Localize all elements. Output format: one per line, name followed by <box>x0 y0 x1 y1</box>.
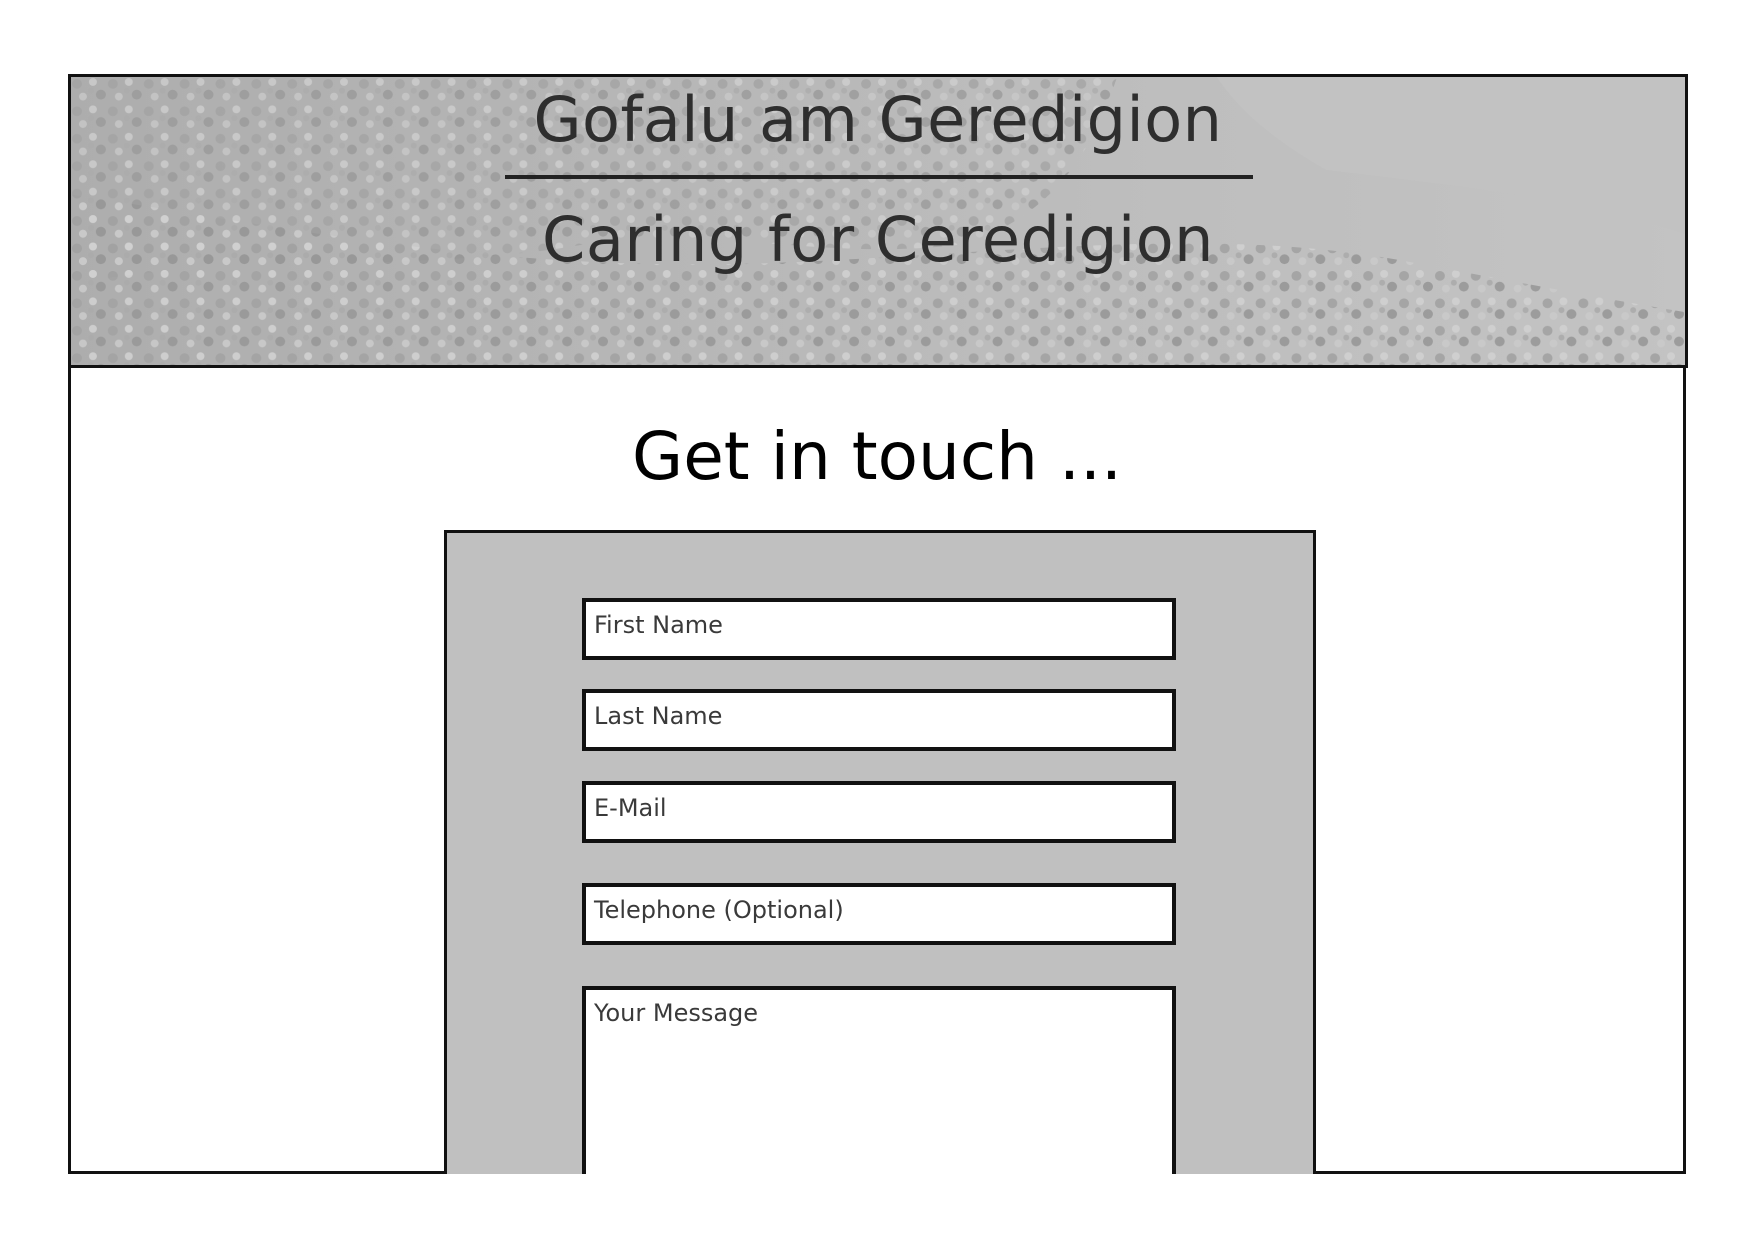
last-name-field[interactable]: Last Name <box>582 689 1176 751</box>
first-name-field[interactable]: First Name <box>582 598 1176 660</box>
email-placeholder: E-Mail <box>594 794 667 822</box>
last-name-placeholder: Last Name <box>594 702 723 730</box>
site-title-english: Caring for Ceredigion <box>542 203 1214 276</box>
header-banner: Gofalu am Geredigion Caring for Ceredigi… <box>68 74 1688 368</box>
title-divider <box>505 175 1253 179</box>
message-field[interactable]: Your Message <box>582 986 1176 1174</box>
message-placeholder: Your Message <box>594 999 759 1027</box>
site-title-welsh: Gofalu am Geredigion <box>533 83 1223 156</box>
email-field[interactable]: E-Mail <box>582 781 1176 843</box>
telephone-placeholder: Telephone (Optional) <box>594 896 844 924</box>
first-name-placeholder: First Name <box>594 611 723 639</box>
page-heading: Get in touch ... <box>632 418 1122 495</box>
telephone-field[interactable]: Telephone (Optional) <box>582 883 1176 945</box>
